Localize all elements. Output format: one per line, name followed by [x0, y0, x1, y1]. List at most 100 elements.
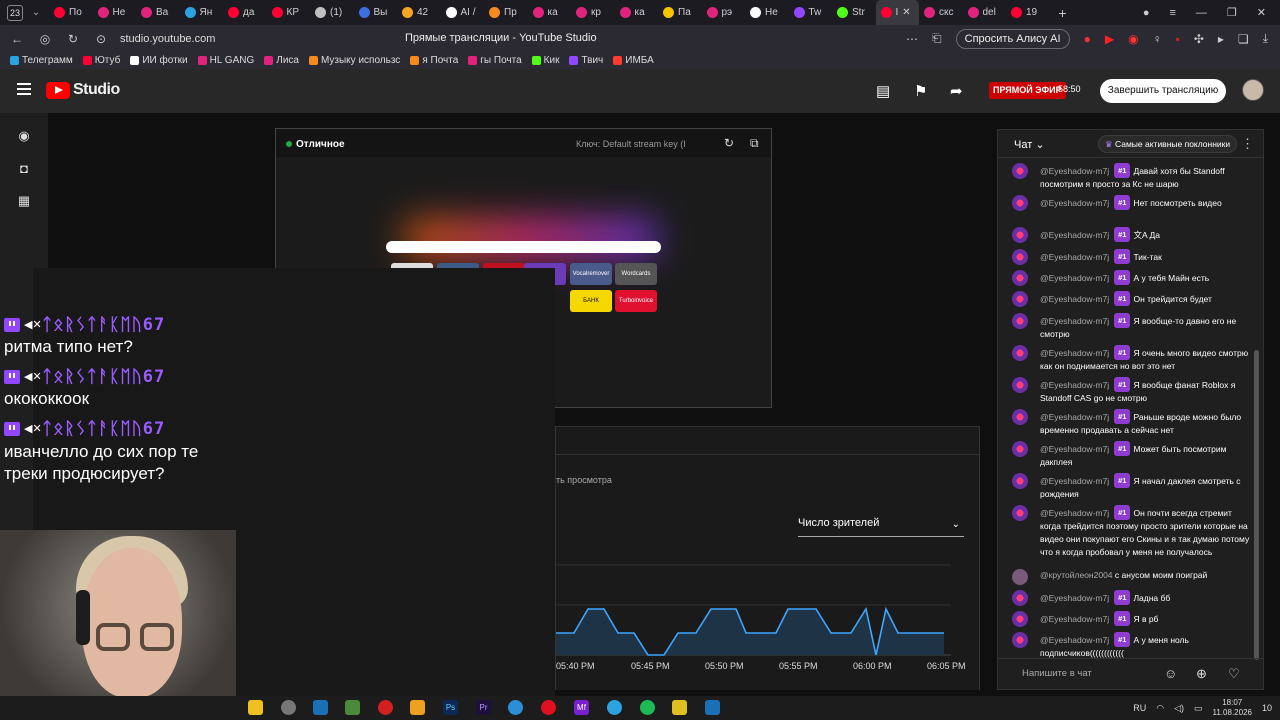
- bulb-icon[interactable]: ♀: [1153, 32, 1162, 46]
- avatar[interactable]: [1012, 345, 1028, 361]
- reload-button[interactable]: ↻: [62, 32, 84, 46]
- browser-tab[interactable]: Str: [832, 0, 876, 25]
- browser-tab[interactable]: скс: [919, 0, 963, 25]
- browser-tab[interactable]: AI /: [441, 0, 485, 25]
- app-icon[interactable]: [672, 700, 687, 715]
- bookmark-item[interactable]: Лиса: [264, 55, 299, 66]
- browser-tab[interactable]: По: [49, 0, 93, 25]
- chat-author[interactable]: @Eyeshadow-m7j: [1040, 380, 1109, 390]
- avatar[interactable]: [1012, 227, 1028, 243]
- metric-dropdown[interactable]: Число зрителей ⌄: [798, 517, 964, 537]
- photoshop-icon[interactable]: Ps: [443, 700, 458, 715]
- chat-author[interactable]: @Eyeshadow-m7j: [1040, 412, 1109, 422]
- extension-icon[interactable]: ●: [1084, 32, 1091, 46]
- media-icon[interactable]: ▸: [1218, 32, 1224, 46]
- chat-author[interactable]: @Eyeshadow-m7j: [1040, 635, 1109, 645]
- steam-icon[interactable]: [705, 700, 720, 715]
- back-button[interactable]: ←: [6, 32, 28, 46]
- browser-tab[interactable]: ка: [615, 0, 659, 25]
- browser-tab[interactable]: КР: [267, 0, 311, 25]
- chat-author[interactable]: @Eyeshadow-m7j: [1040, 508, 1109, 518]
- browser-tab[interactable]: Па: [658, 0, 702, 25]
- close-window-button[interactable]: ✕: [1257, 6, 1266, 19]
- chat-author[interactable]: @крутойлеон2004: [1040, 570, 1113, 580]
- chat-author[interactable]: @Eyeshadow-m7j: [1040, 444, 1109, 454]
- telegram-icon[interactable]: [607, 700, 622, 715]
- avatar[interactable]: [1012, 441, 1028, 457]
- chat-author[interactable]: @Eyeshadow-m7j: [1040, 252, 1109, 262]
- top-fans-button[interactable]: ♛ Самые активные поклонники: [1098, 135, 1238, 153]
- avatar[interactable]: [1012, 313, 1028, 329]
- restore-button[interactable]: ❐: [1227, 6, 1237, 19]
- bookmark-icon[interactable]: ⚑: [914, 82, 927, 100]
- browser-tab[interactable]: (1): [310, 0, 354, 25]
- chat-author[interactable]: @Eyeshadow-m7j: [1040, 273, 1109, 283]
- minimize-button[interactable]: —: [1196, 7, 1207, 19]
- avatar[interactable]: [1012, 163, 1028, 179]
- app-icon[interactable]: Mf: [574, 700, 589, 715]
- browser-tab[interactable]: кр: [571, 0, 615, 25]
- bookmark-icon[interactable]: ⎗: [932, 31, 942, 46]
- profile-icon[interactable]: ●: [1143, 7, 1150, 19]
- chat-author[interactable]: @Eyeshadow-m7j: [1040, 348, 1109, 358]
- browser-tab[interactable]: да: [223, 0, 267, 25]
- chat-author[interactable]: @Eyeshadow-m7j: [1040, 316, 1109, 326]
- record-icon[interactable]: ◉: [1128, 32, 1138, 46]
- ext-red-icon[interactable]: ▪: [1176, 32, 1180, 46]
- youtube-ext-icon[interactable]: ▶: [1105, 32, 1114, 46]
- avatar[interactable]: [1012, 569, 1028, 585]
- clapperboard-icon[interactable]: ▤: [876, 82, 890, 100]
- avatar[interactable]: [1012, 632, 1028, 648]
- calendar-icon[interactable]: ▦: [16, 193, 32, 209]
- minecraft-icon[interactable]: [345, 700, 360, 715]
- avatar[interactable]: [1012, 270, 1028, 286]
- browser-tab[interactable]: I ✕: [875, 0, 919, 25]
- youtube-logo-icon[interactable]: [46, 82, 70, 99]
- collections-icon[interactable]: ❏: [1238, 32, 1249, 46]
- app-icon[interactable]: [378, 700, 393, 715]
- browser-tab[interactable]: Не: [93, 0, 137, 25]
- refresh-icon[interactable]: ↻: [724, 136, 734, 150]
- spotify-icon[interactable]: [640, 700, 655, 715]
- battery-icon[interactable]: ▭: [1194, 703, 1203, 714]
- avatar[interactable]: [1012, 590, 1028, 606]
- wifi-icon[interactable]: ◠: [1156, 703, 1164, 714]
- avatar[interactable]: [1242, 79, 1264, 101]
- bookmark-item[interactable]: ИМБА: [613, 55, 654, 66]
- browser-tab[interactable]: Вы: [354, 0, 398, 25]
- bookmark-item[interactable]: ИИ фотки: [130, 55, 188, 66]
- chat-author[interactable]: @Eyeshadow-m7j: [1040, 166, 1109, 176]
- explorer-icon[interactable]: [248, 700, 263, 715]
- bookmark-item[interactable]: Телеграмм: [10, 55, 73, 66]
- language-indicator[interactable]: RU: [1133, 703, 1146, 713]
- stream-key-select[interactable]: Ключ: Default stream key (I: [576, 139, 686, 149]
- chevron-down-icon[interactable]: ⌄: [29, 7, 43, 18]
- close-tab-icon[interactable]: ✕: [902, 7, 910, 18]
- browser-tab[interactable]: рэ: [702, 0, 746, 25]
- browser-tab[interactable]: 19: [1006, 0, 1050, 25]
- url-field[interactable]: studio.youtube.com: [120, 33, 290, 45]
- menu-icon[interactable]: ≡: [1169, 7, 1175, 19]
- avatar[interactable]: [1012, 377, 1028, 393]
- browser-tab[interactable]: Tw: [789, 0, 833, 25]
- ask-alisa-button[interactable]: Спросить Алису AI: [955, 28, 1070, 49]
- avatar[interactable]: [1012, 409, 1028, 425]
- tab-count-button[interactable]: 23: [7, 4, 23, 21]
- bookmark-item[interactable]: Кик: [531, 55, 559, 66]
- avatar[interactable]: [1012, 473, 1028, 489]
- browser-tab[interactable]: Ва: [136, 0, 180, 25]
- more-icon[interactable]: ⋯: [906, 32, 918, 46]
- broadcast-icon[interactable]: ◉: [16, 128, 32, 144]
- clock[interactable]: 18:07 11.08.2026: [1213, 698, 1252, 718]
- emoji-icon[interactable]: ☺: [1164, 666, 1177, 681]
- heart-icon[interactable]: ♡: [1228, 666, 1240, 682]
- browser-tab[interactable]: del: [963, 0, 1007, 25]
- avatar[interactable]: [1012, 195, 1028, 211]
- bookmark-item[interactable]: Музыку использс: [308, 55, 400, 66]
- obs-icon[interactable]: [281, 700, 296, 715]
- browser-tab[interactable]: Пр: [484, 0, 528, 25]
- chat-author[interactable]: @Eyeshadow-m7j: [1040, 614, 1109, 624]
- chat-mode-select[interactable]: Чат ⌄: [1014, 138, 1045, 151]
- browser-tab[interactable]: Ян: [180, 0, 224, 25]
- bookmark-item[interactable]: я Почта: [410, 55, 458, 66]
